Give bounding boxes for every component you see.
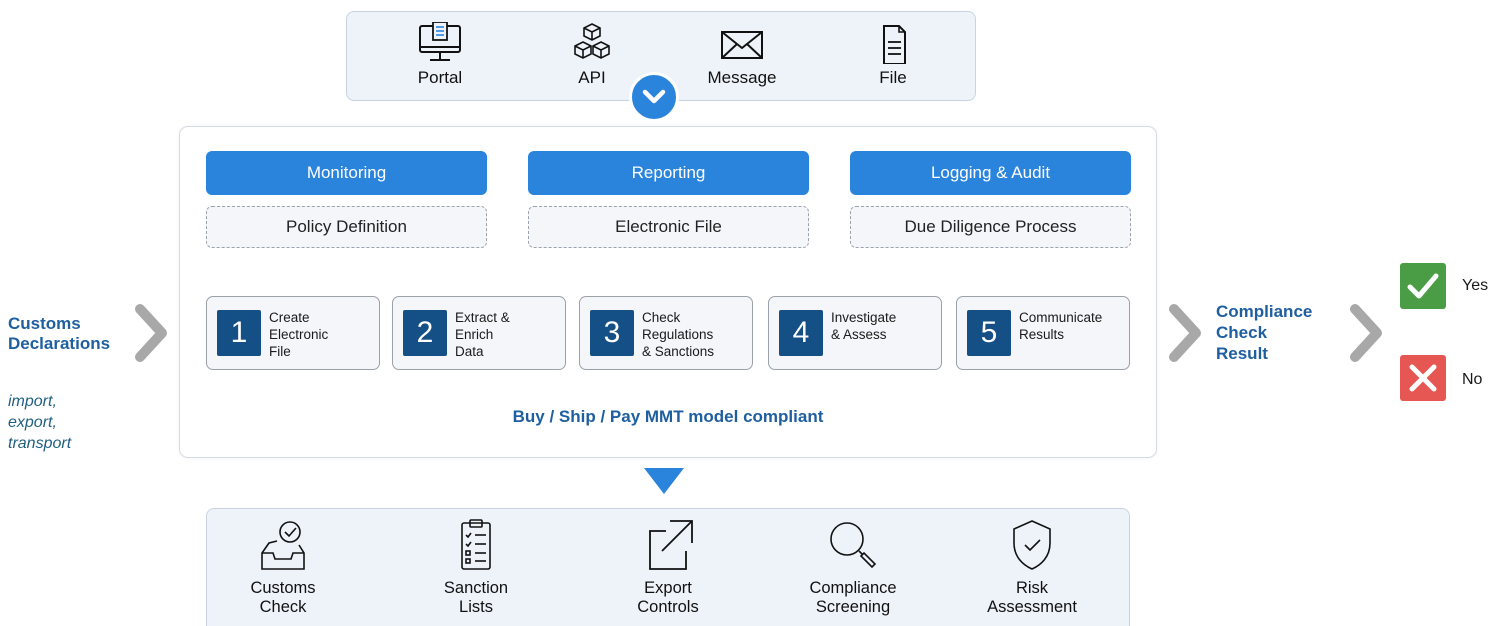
file-icon: [883, 25, 906, 64]
channel-file: File: [833, 22, 953, 88]
close-icon: [1400, 355, 1446, 401]
step-label: Communicate Results: [1019, 310, 1103, 342]
step-number: 1: [217, 310, 261, 356]
bottom-item-customs-check: Customs Check: [213, 517, 353, 617]
policy-definition-box: Policy Definition: [206, 206, 487, 248]
channel-label: File: [879, 68, 907, 87]
chevron-right-icon: [135, 304, 167, 362]
step-extract-enrich: 2 Extract & Enrich Data: [392, 296, 566, 370]
bottom-item-risk-assessment: Risk Assessment: [962, 517, 1102, 617]
logging-audit-button[interactable]: Logging & Audit: [850, 151, 1131, 195]
title-line: Declarations: [8, 334, 111, 353]
yes-label: Yes: [1462, 277, 1489, 294]
step-check-regulations: 3 Check Regulations & Sanctions: [579, 296, 753, 370]
due-diligence-box: Due Diligence Process: [850, 206, 1131, 248]
compliance-result-title: Compliance Check Result: [1216, 302, 1313, 363]
bottom-item-label: Export Controls: [637, 579, 699, 616]
step-number: 5: [967, 310, 1011, 356]
bottom-item-export-controls: Export Controls: [598, 517, 738, 617]
bottom-item-label: Risk Assessment: [987, 579, 1077, 616]
checkmark-icon: [1400, 263, 1446, 309]
electronic-file-box: Electronic File: [528, 206, 809, 248]
customs-check-icon: [261, 521, 305, 570]
chevron-right-icon: [1169, 304, 1201, 362]
checks-panel: Customs Check Sanction Lists Export Cont…: [206, 508, 1130, 626]
step-label: Check Regulations & Sanctions: [642, 310, 715, 359]
shield-check-icon: [1013, 520, 1051, 570]
title-line: Customs: [8, 314, 81, 333]
bottom-item-label: Sanction Lists: [443, 579, 509, 616]
message-icon: [721, 31, 763, 59]
export-icon: [649, 520, 693, 570]
step-label: Create Electronic File: [269, 310, 329, 359]
bottom-item-compliance-screening: Compliance Screening: [783, 517, 923, 617]
compliance-process-panel: Monitoring Reporting Logging & Audit Pol…: [179, 126, 1157, 458]
no-label: No: [1462, 371, 1483, 388]
channel-portal: Portal: [380, 22, 500, 88]
chevron-right-icon: [1350, 304, 1382, 362]
step-label: Extract & Enrich Data: [455, 310, 510, 359]
channel-message: Message: [682, 22, 802, 88]
step-number: 2: [403, 310, 447, 356]
customs-declarations-title: Customs Declarations: [8, 314, 110, 354]
model-compliant-label: Buy / Ship / Pay MMT model compliant: [512, 407, 824, 426]
bottom-item-sanction-lists: Sanction Lists: [406, 517, 546, 617]
portal-icon: [419, 22, 461, 61]
checklist-icon: [461, 519, 491, 570]
search-icon: [830, 522, 877, 569]
step-number: 4: [779, 310, 823, 356]
monitoring-button[interactable]: Monitoring: [206, 151, 487, 195]
step-investigate-assess: 4 Investigate & Assess: [768, 296, 942, 370]
customs-declarations-subtitle: import, export, transport: [8, 393, 72, 452]
reporting-button[interactable]: Reporting: [528, 151, 809, 195]
chevron-down-icon: [629, 72, 679, 122]
channel-label: Portal: [417, 68, 463, 87]
channel-label: Message: [707, 68, 777, 87]
api-icon: [574, 23, 610, 59]
step-number: 3: [590, 310, 634, 356]
step-communicate-results: 5 Communicate Results: [956, 296, 1130, 370]
step-label: Investigate & Assess: [831, 310, 897, 342]
bottom-item-label: Customs Check: [250, 579, 316, 616]
bottom-item-label: Compliance Screening: [809, 579, 897, 616]
triangle-down-icon: [644, 468, 684, 494]
step-create-file: 1 Create Electronic File: [206, 296, 380, 370]
